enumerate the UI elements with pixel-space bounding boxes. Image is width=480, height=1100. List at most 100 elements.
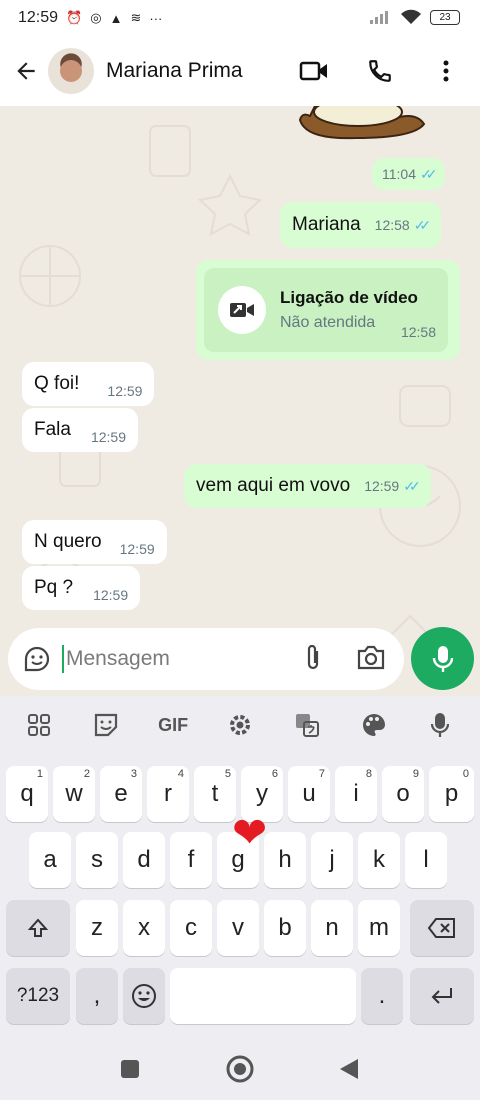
call-status: Não atendida xyxy=(280,314,376,331)
message-time: 12:59 xyxy=(364,478,400,494)
message-bubble-out[interactable]: Mariana 12:58 ✓✓ xyxy=(280,202,442,248)
warning-icon: ▲ xyxy=(109,10,123,26)
message-bubble-out[interactable]: 11:04 ✓✓ xyxy=(372,158,446,190)
period-key[interactable]: . xyxy=(361,968,403,1024)
message-bubble-in[interactable]: Fala 12:59 xyxy=(22,408,139,452)
key-b[interactable]: b xyxy=(264,900,306,956)
message-time: 12:59 xyxy=(107,383,143,399)
translate-button[interactable] xyxy=(287,705,327,745)
message-time: 12:59 xyxy=(93,587,129,603)
key-p[interactable]: p0 xyxy=(429,766,474,822)
missed-video-call-icon xyxy=(218,286,266,334)
microphone-icon xyxy=(432,645,453,672)
grid-icon xyxy=(28,714,51,736)
recent-apps-button[interactable] xyxy=(113,1052,147,1086)
message-meta: 12:58 ✓✓ xyxy=(374,216,432,234)
home-circle-icon xyxy=(226,1055,254,1083)
system-nav-bar xyxy=(0,1038,480,1100)
message-bubble-in[interactable]: N quero 12:59 xyxy=(22,520,167,564)
keyboard-toolbar: GIF xyxy=(0,696,480,754)
emoji-sticker-button[interactable] xyxy=(12,645,62,673)
back-nav-button[interactable] xyxy=(332,1052,366,1086)
contact-name[interactable]: Mariana Prima xyxy=(106,59,243,83)
key-c[interactable]: c xyxy=(170,900,212,956)
key-w[interactable]: w2 xyxy=(53,766,95,822)
sticker-smile-icon xyxy=(24,646,50,672)
key-x[interactable]: x xyxy=(123,900,165,956)
chat-area[interactable]: 11:04 ✓✓ Mariana 12:58 ✓✓ Ligação de víd… xyxy=(0,106,480,696)
status-bar: 12:59 ⏰ ◎ ▲ ≋ ··· 23 xyxy=(0,0,480,36)
message-time: 12:59 xyxy=(90,429,127,445)
camera-button[interactable] xyxy=(356,643,386,676)
key-j[interactable]: j xyxy=(311,832,353,888)
message-bubble-out[interactable]: vem aqui em vovo 12:59 ✓✓ xyxy=(184,464,431,508)
key-e[interactable]: e3 xyxy=(100,766,142,822)
voice-typing-button[interactable] xyxy=(420,705,460,745)
message-bubble-in[interactable]: Q foi! 12:59 xyxy=(22,362,155,406)
avatar[interactable] xyxy=(48,48,94,94)
gif-button[interactable]: GIF xyxy=(153,705,193,745)
shift-key[interactable] xyxy=(6,900,70,956)
triangle-back-icon xyxy=(340,1059,358,1079)
attach-button[interactable] xyxy=(302,643,324,678)
read-receipt-icon: ✓✓ xyxy=(413,216,432,233)
key-h[interactable]: h xyxy=(264,832,306,888)
key-s[interactable]: s xyxy=(76,832,118,888)
voice-call-button[interactable] xyxy=(358,49,402,93)
read-receipt-icon: ✓✓ xyxy=(403,477,421,494)
wifi-icon xyxy=(401,9,421,24)
call-card[interactable]: Ligação de vídeo Não atendida 12:58 xyxy=(204,268,448,352)
heart-emoji-overlay: ❤ xyxy=(232,809,268,856)
shift-arrow-icon xyxy=(27,918,49,937)
status-time: 12:59 xyxy=(18,9,59,26)
backspace-key[interactable] xyxy=(410,900,474,956)
key-f[interactable]: f xyxy=(170,832,212,888)
key-l[interactable]: l xyxy=(405,832,447,888)
layers-icon: ≋ xyxy=(130,10,142,25)
key-d[interactable]: d xyxy=(123,832,165,888)
signal-icon xyxy=(370,11,388,24)
enter-key[interactable] xyxy=(410,968,474,1024)
theme-button[interactable] xyxy=(354,705,394,745)
message-text: vem aqui em vovo xyxy=(196,475,351,496)
key-o[interactable]: o9 xyxy=(382,766,424,822)
smiley-icon xyxy=(132,984,156,1008)
sticker-image[interactable] xyxy=(296,106,426,142)
apps-grid-button[interactable] xyxy=(19,705,59,745)
settings-button[interactable] xyxy=(220,705,260,745)
more-options-button[interactable] xyxy=(424,49,468,93)
key-m[interactable]: m xyxy=(358,900,400,956)
key-k[interactable]: k xyxy=(358,832,400,888)
battery-indicator: 23 xyxy=(430,9,460,25)
symbols-key[interactable]: ?123 xyxy=(6,968,70,1024)
sticker-icon xyxy=(95,713,118,737)
key-u[interactable]: u7 xyxy=(288,766,330,822)
video-call-button[interactable] xyxy=(292,49,336,93)
missed-call-bubble[interactable]: Ligação de vídeo Não atendida 12:58 xyxy=(196,260,460,360)
key-r[interactable]: r4 xyxy=(147,766,189,822)
key-q[interactable]: q1 xyxy=(6,766,48,822)
message-time: 12:58 xyxy=(374,217,410,233)
message-input[interactable] xyxy=(62,645,282,673)
message-bubble-in[interactable]: Pq ? 12:59 xyxy=(22,566,141,610)
sticker-button[interactable] xyxy=(86,705,126,745)
call-title: Ligação de vídeo xyxy=(280,288,418,307)
comma-key[interactable]: , xyxy=(76,968,118,1024)
message-time: 11:04 xyxy=(382,166,416,182)
space-key[interactable] xyxy=(170,968,356,1024)
key-a[interactable]: a xyxy=(29,832,71,888)
home-button[interactable] xyxy=(223,1052,257,1086)
sync-icon: ◎ xyxy=(90,10,102,25)
back-button[interactable] xyxy=(4,49,48,93)
key-t[interactable]: t5 xyxy=(194,766,236,822)
message-meta: 11:04 ✓✓ xyxy=(382,166,438,183)
key-z[interactable]: z xyxy=(76,900,118,956)
kebab-menu-icon xyxy=(443,60,449,82)
alarm-icon: ⏰ xyxy=(66,10,83,25)
key-i[interactable]: i8 xyxy=(335,766,377,822)
palette-icon xyxy=(362,714,385,736)
key-v[interactable]: v xyxy=(217,900,259,956)
voice-message-button[interactable] xyxy=(411,627,474,690)
key-n[interactable]: n xyxy=(311,900,353,956)
emoji-key[interactable] xyxy=(123,968,165,1024)
